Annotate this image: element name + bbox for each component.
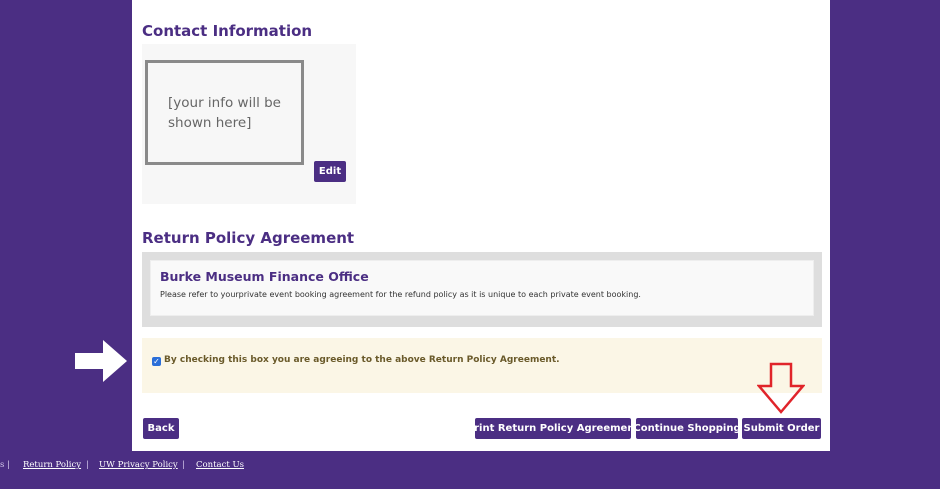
footer: s | Return Policy | UW Privacy Policy | … — [0, 460, 940, 476]
policy-office-title: Burke Museum Finance Office — [160, 269, 369, 284]
print-return-policy-button[interactable]: Print Return Policy Agreement — [467, 418, 639, 439]
return-policy-content: Burke Museum Finance Office Please refer… — [150, 260, 814, 316]
submit-order-button[interactable]: Submit Order — [742, 418, 821, 439]
footer-link-return-policy[interactable]: Return Policy — [23, 460, 81, 470]
down-arrow-icon — [757, 362, 805, 414]
footer-link-privacy-policy[interactable]: UW Privacy Policy — [99, 460, 178, 470]
agreement-box: ✓ By checking this box you are agreeing … — [142, 338, 822, 393]
agreement-checkbox[interactable]: ✓ — [152, 357, 161, 366]
back-button[interactable]: Back — [143, 418, 179, 439]
checkout-card: Contact Information [your info will be s… — [132, 0, 830, 451]
edit-contact-button[interactable]: Edit — [314, 161, 346, 182]
contact-info-box: [your info will be shown here] — [145, 60, 304, 165]
footer-link-contact-us[interactable]: Contact Us — [196, 460, 244, 470]
continue-shopping-button[interactable]: Continue Shopping — [633, 418, 741, 439]
return-policy-panel: Burke Museum Finance Office Please refer… — [142, 252, 822, 327]
footer-separator: | — [86, 460, 89, 470]
footer-separator: | — [182, 460, 185, 470]
footer-separator: s | — [0, 460, 10, 470]
contact-info-placeholder: [your info will be shown here] — [168, 95, 281, 131]
contact-section-title: Contact Information — [142, 22, 313, 40]
pointer-arrow-icon — [75, 340, 127, 382]
policy-text: Please refer to yourprivate event bookin… — [160, 290, 641, 299]
contact-panel: [your info will be shown here] Edit — [142, 44, 356, 204]
return-policy-title: Return Policy Agreement — [142, 229, 355, 247]
agreement-label[interactable]: By checking this box you are agreeing to… — [164, 355, 560, 365]
